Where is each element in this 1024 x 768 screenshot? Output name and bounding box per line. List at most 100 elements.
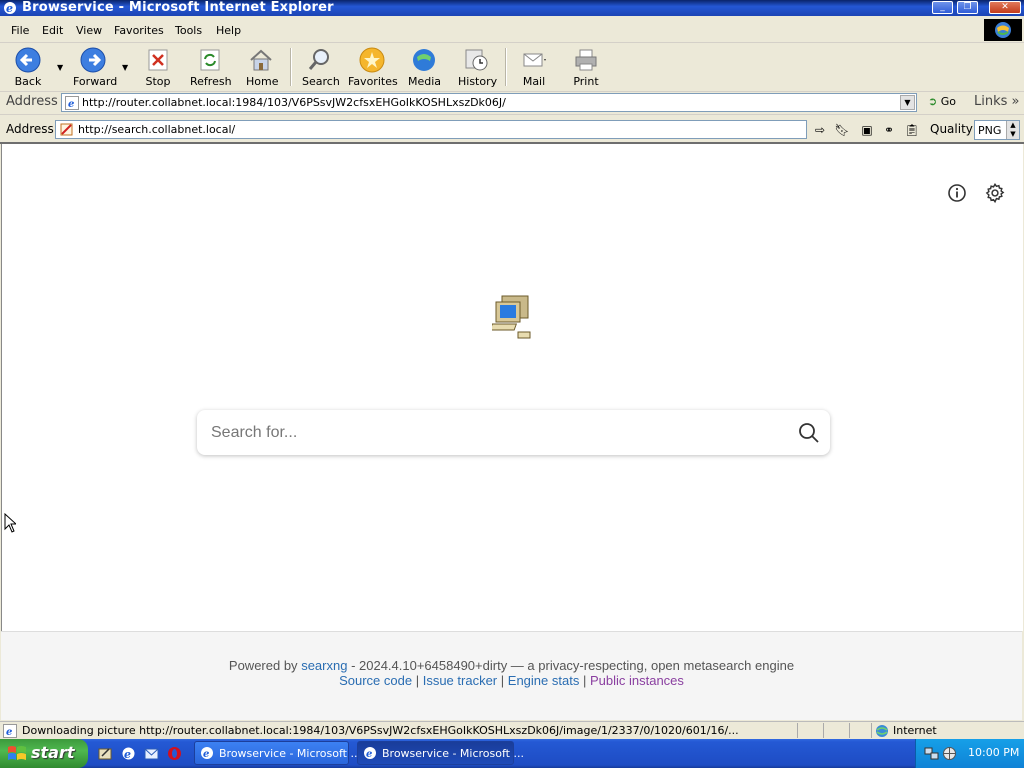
tray-globe-icon[interactable] <box>942 746 957 761</box>
engine-stats-link[interactable]: Engine stats <box>508 673 580 688</box>
source-code-link[interactable]: Source code <box>339 673 412 688</box>
menu-edit[interactable]: Edit <box>42 24 63 37</box>
forward-arrow-icon <box>80 47 106 73</box>
computer-logo-icon <box>492 295 531 339</box>
menu-help[interactable]: Help <box>216 24 241 37</box>
task-browservice-2[interactable]: e Browservice - Microsoft ... <box>357 741 524 765</box>
task-browservice-1[interactable]: e Browservice - Microsoft ... <box>194 741 361 765</box>
printer-icon <box>575 49 597 71</box>
ie-task-icon: e <box>201 747 213 760</box>
refresh-icon <box>200 49 220 71</box>
internet-zone-globe-icon <box>876 725 888 737</box>
menu-view[interactable]: View <box>76 24 102 37</box>
stop-icon <box>148 49 168 71</box>
svg-text:e: e <box>124 748 131 761</box>
footer-links: Source code | Issue tracker | Engine sta… <box>339 673 684 688</box>
quality-value: PNG <box>978 124 1002 137</box>
back-arrow-icon <box>15 47 41 73</box>
stop-button[interactable]: Stop <box>145 47 171 88</box>
print-button[interactable]: Print <box>571 47 601 88</box>
address-label: Address <box>6 94 58 109</box>
opera-icon[interactable] <box>167 746 182 761</box>
public-instances-link[interactable]: Public instances <box>590 673 684 688</box>
ie-address-input[interactable]: e http://router.collabnet.local:1984/103… <box>61 93 917 112</box>
searxng-link[interactable]: searxng <box>301 658 347 673</box>
address-dropdown-icon[interactable]: ▼ <box>900 95 915 110</box>
svg-text:e: e <box>6 727 12 738</box>
network-icon[interactable] <box>924 746 940 761</box>
maximize-button[interactable]: ❐ <box>957 1 978 14</box>
home-button[interactable]: Home <box>246 47 278 88</box>
magnifier-icon <box>308 49 329 70</box>
home-icon <box>250 49 272 71</box>
bs-address-value: http://search.collabnet.local/ <box>78 123 236 136</box>
bs-address-input[interactable]: http://search.collabnet.local/ <box>55 120 807 139</box>
clock[interactable]: 10:00 PM <box>968 746 1019 759</box>
back-dropdown-icon[interactable]: ▼ <box>57 63 63 72</box>
find-binoculars-icon[interactable]: ⚭ <box>880 121 898 139</box>
page-ie-icon: e <box>65 96 79 110</box>
favorites-button[interactable]: Favorites <box>348 47 398 88</box>
links-button[interactable]: Links » <box>974 94 1020 109</box>
favorites-star-icon <box>359 47 385 73</box>
spinner-arrows-icon[interactable]: ▲ ▼ <box>1006 121 1019 139</box>
mouse-cursor-icon <box>4 513 16 533</box>
menu-tools[interactable]: Tools <box>175 24 202 37</box>
media-icon <box>413 49 435 71</box>
mail-icon <box>523 53 546 67</box>
settings-gear-icon[interactable] <box>984 182 1006 204</box>
outlook-express-icon[interactable] <box>144 746 159 761</box>
forward-dropdown-icon[interactable]: ▼ <box>122 63 128 72</box>
search-icon[interactable] <box>798 422 820 444</box>
show-desktop-icon[interactable] <box>98 746 113 761</box>
search-button[interactable]: Search <box>302 47 340 88</box>
status-panel <box>797 723 822 738</box>
minimize-button[interactable]: _ <box>932 1 953 14</box>
close-button[interactable]: ✕ <box>989 1 1021 14</box>
go-button[interactable]: ➲ Go <box>928 95 956 108</box>
status-bar: e Downloading picture http://router.coll… <box>0 721 1024 740</box>
status-text: Downloading picture http://router.collab… <box>22 724 739 737</box>
search-box[interactable]: Search for... <box>197 410 830 455</box>
powered-by-line: Powered by searxng - 2024.4.10+6458490+d… <box>228 658 795 673</box>
quality-spinner[interactable]: PNG ▲ ▼ <box>974 120 1020 140</box>
toolbar-separator <box>505 48 507 86</box>
navigate-arrow-icon[interactable]: ⇨ <box>811 121 829 139</box>
browservice-control-bar: Address http://search.collabnet.local/ ⇨… <box>0 116 1024 144</box>
start-button[interactable]: start <box>0 739 88 768</box>
ie-quicklaunch-icon[interactable]: e <box>121 746 136 761</box>
open-link-icon[interactable]: ▣ <box>858 121 876 139</box>
status-panel <box>823 723 848 738</box>
menu-favorites[interactable]: Favorites <box>114 24 164 37</box>
ie-address-value: http://router.collabnet.local:1984/103/V… <box>82 96 506 109</box>
toolbar-separator <box>290 48 292 86</box>
windows-flag-icon <box>8 746 26 760</box>
issue-tracker-link[interactable]: Issue tracker <box>423 673 497 688</box>
search-input[interactable]: Search for... <box>211 424 297 442</box>
chevron-right-icon: » <box>1011 94 1020 109</box>
windows-logo-icon <box>984 19 1022 41</box>
svg-text:e: e <box>366 749 372 760</box>
status-panel <box>849 723 872 738</box>
svg-text:e: e <box>6 2 13 15</box>
media-button[interactable]: Media <box>408 47 441 88</box>
quality-label: Quality <box>930 122 973 136</box>
menu-file[interactable]: File <box>11 24 29 37</box>
go-arrow-icon: ➲ <box>928 95 938 108</box>
bookmark-icon[interactable]: 🔖︎ <box>833 121 851 139</box>
system-tray: 10:00 PM <box>915 739 1024 768</box>
info-icon[interactable] <box>947 183 967 203</box>
clipboard-icon[interactable]: 📋︎ <box>903 121 921 139</box>
taskbar: start e e Browservice - Microsoft ... e … <box>0 739 1024 768</box>
history-button[interactable]: History <box>458 47 497 88</box>
history-clock-icon <box>465 49 488 71</box>
page-footer: Powered by searxng - 2024.4.10+6458490+d… <box>1 631 1022 720</box>
web-page <box>1 144 1023 631</box>
back-button[interactable]: Back <box>14 47 42 88</box>
forward-button[interactable]: Forward <box>73 47 117 88</box>
refresh-button[interactable]: Refresh <box>190 47 232 88</box>
mail-button[interactable]: Mail <box>518 47 550 88</box>
menu-bar: File Edit View Favorites Tools Help <box>0 18 1024 43</box>
zone-text: Internet <box>893 724 937 737</box>
page-loading-icon: e <box>3 724 17 738</box>
